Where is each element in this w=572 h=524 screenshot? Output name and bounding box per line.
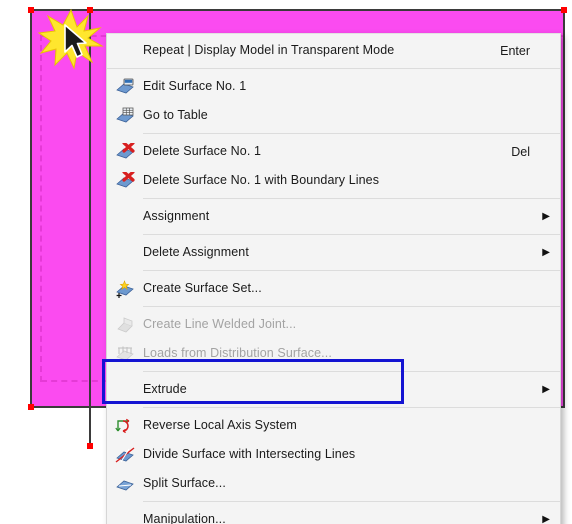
menu-item-manipulation[interactable]: Manipulation... ▶: [107, 505, 560, 524]
menu-item-divide-surface-with-intersecting-lines[interactable]: Divide Surface with Intersecting Lines: [107, 440, 560, 469]
menu-separator: [107, 68, 560, 69]
menu-separator: [143, 133, 560, 134]
menu-item-delete-assignment[interactable]: Delete Assignment ▶: [107, 238, 560, 267]
menu-item-label: Divide Surface with Intersecting Lines: [143, 447, 356, 462]
menu-item-shortcut: Del: [511, 144, 530, 159]
model-line-below-surface: [89, 407, 91, 446]
menu-item-shortcut: Enter: [500, 43, 530, 58]
node-point[interactable]: [28, 7, 34, 13]
menu-item-label: Loads from Distribution Surface...: [143, 346, 332, 361]
menu-separator: [143, 270, 560, 271]
menu-item-label: Delete Surface No. 1: [143, 144, 262, 159]
menu-item-icon-empty: [107, 205, 143, 229]
menu-separator: [143, 306, 560, 307]
node-point[interactable]: [28, 404, 34, 410]
node-point[interactable]: [561, 7, 567, 13]
menu-item-repeat-display-transparent[interactable]: Repeat | Display Model in Transparent Mo…: [107, 36, 560, 65]
submenu-chevron-right-icon: ▶: [542, 513, 550, 524]
menu-item-label: Go to Table: [143, 108, 208, 123]
menu-item-edit-surface[interactable]: Edit Surface No. 1: [107, 72, 560, 101]
delete-surface-icon: [107, 169, 143, 193]
menu-item-icon-empty: [107, 39, 143, 63]
menu-item-create-surface-set[interactable]: Create Surface Set...: [107, 274, 560, 303]
menu-separator: [143, 234, 560, 235]
screenshot-root: Repeat | Display Model in Transparent Mo…: [0, 0, 572, 524]
surface-inner-dashed-line-left: [40, 35, 42, 382]
menu-item-label: Manipulation...: [143, 512, 226, 524]
menu-separator: [143, 371, 560, 372]
menu-item-label: Delete Assignment: [143, 245, 249, 260]
submenu-chevron-right-icon: ▶: [542, 383, 550, 395]
node-point[interactable]: [87, 7, 93, 13]
menu-item-label: Delete Surface No. 1 with Boundary Lines: [143, 173, 380, 188]
menu-item-label: Edit Surface No. 1: [143, 79, 247, 94]
menu-item-label: Create Line Welded Joint...: [143, 317, 297, 332]
table-surface-icon: [107, 104, 143, 128]
menu-item-create-line-welded-joint: Create Line Welded Joint...: [107, 310, 560, 339]
menu-separator: [143, 501, 560, 502]
node-point[interactable]: [87, 443, 93, 449]
delete-surface-icon: [107, 140, 143, 164]
menu-item-go-to-table[interactable]: Go to Table: [107, 101, 560, 130]
menu-item-loads-from-distribution-surface: Loads from Distribution Surface...: [107, 339, 560, 368]
menu-item-label: Extrude: [143, 382, 187, 397]
menu-item-reverse-local-axis-system[interactable]: Reverse Local Axis System: [107, 411, 560, 440]
menu-item-label: Create Surface Set...: [143, 281, 262, 296]
menu-item-delete-surface-with-boundary-lines[interactable]: Delete Surface No. 1 with Boundary Lines: [107, 166, 560, 195]
menu-separator: [143, 198, 560, 199]
surface-edge-middle-vertical: [89, 10, 91, 407]
edit-surface-icon: [107, 75, 143, 99]
menu-item-label: Reverse Local Axis System: [143, 418, 297, 433]
menu-item-split-surface[interactable]: Split Surface...: [107, 469, 560, 498]
line-welded-joint-icon: [107, 313, 143, 337]
reverse-local-axis-icon: [107, 414, 143, 438]
submenu-chevron-right-icon: ▶: [542, 246, 550, 258]
distribution-loads-icon: [107, 342, 143, 366]
menu-item-assignment[interactable]: Assignment ▶: [107, 202, 560, 231]
divide-surface-icon: [107, 443, 143, 467]
surface-edge-top: [31, 9, 565, 11]
menu-item-icon-empty: [107, 378, 143, 402]
surface-context-menu[interactable]: Repeat | Display Model in Transparent Mo…: [106, 33, 561, 524]
menu-item-icon-empty: [107, 241, 143, 265]
split-surface-icon: [107, 472, 143, 496]
submenu-chevron-right-icon: ▶: [542, 210, 550, 222]
surface-edge-right: [563, 10, 565, 407]
surface-edge-left: [30, 10, 32, 407]
create-surface-set-icon: [107, 277, 143, 301]
menu-item-label: Assignment: [143, 209, 210, 224]
menu-item-icon-empty: [107, 508, 143, 524]
menu-item-label: Repeat | Display Model in Transparent Mo…: [143, 43, 395, 58]
menu-item-delete-surface[interactable]: Delete Surface No. 1 Del: [107, 137, 560, 166]
menu-item-label: Split Surface...: [143, 476, 226, 491]
menu-separator: [143, 407, 560, 408]
menu-item-extrude[interactable]: Extrude ▶: [107, 375, 560, 404]
